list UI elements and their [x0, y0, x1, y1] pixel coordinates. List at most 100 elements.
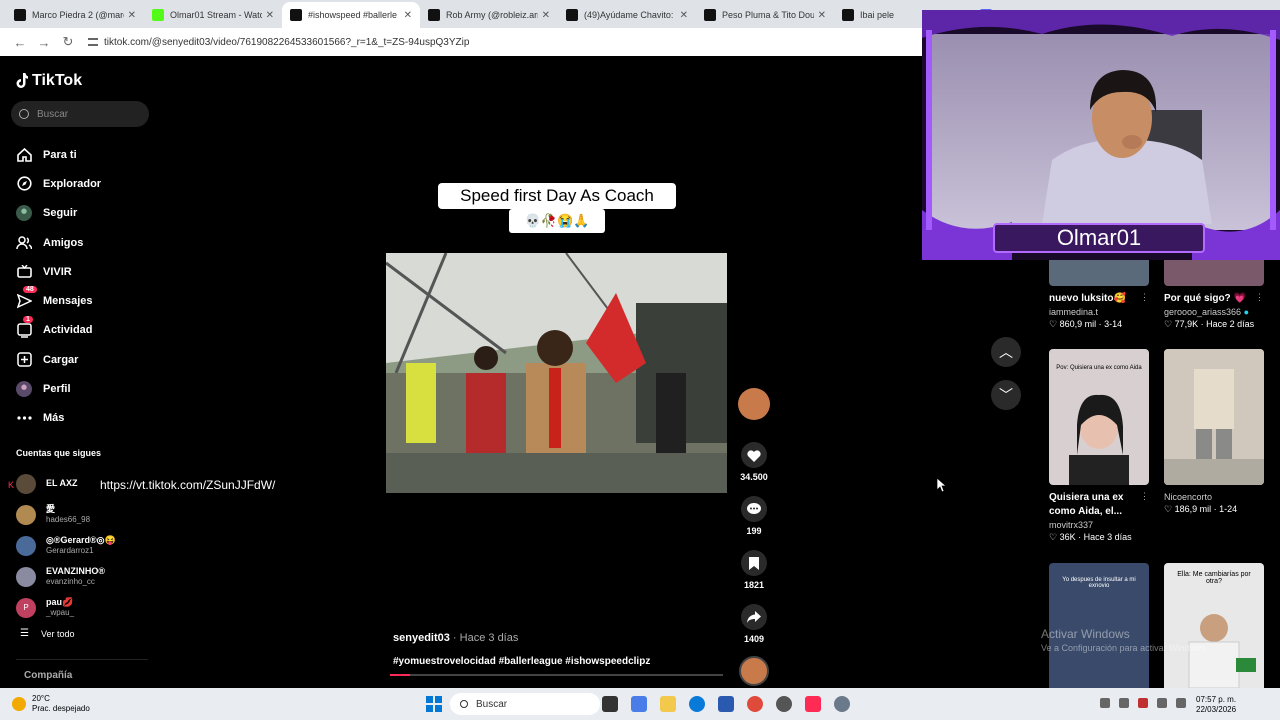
share-button[interactable]: 1409: [736, 604, 772, 644]
sidebar-item-explorador[interactable]: Explorador: [16, 169, 101, 198]
messages-icon: [16, 293, 32, 309]
microphone-icon[interactable]: [1157, 698, 1167, 708]
browser-tab[interactable]: Peso Pluma & Tito Doubl ✕: [696, 2, 834, 28]
browser-tab[interactable]: Rob Army (@robleiz.army ✕: [420, 2, 558, 28]
save-button[interactable]: 1821: [736, 550, 772, 590]
video-actions: 34.500 199 1821 1409: [736, 388, 772, 690]
close-tab-icon[interactable]: ✕: [404, 10, 412, 21]
copilot-icon[interactable]: [631, 696, 647, 712]
tray-app-icon[interactable]: [1119, 698, 1129, 708]
video-thumbnail[interactable]: Yo despues de insultar a mi exnovio: [1049, 563, 1149, 688]
see-all-link[interactable]: ☰ Ver todo: [20, 628, 75, 639]
video-thumbnail[interactable]: Ella: Me cambiarías por otra?: [1164, 563, 1264, 688]
weather-widget[interactable]: 20°C Prac. despejado: [12, 694, 90, 714]
tiktok-app-icon[interactable]: [805, 696, 821, 712]
company-link[interactable]: Compañía: [24, 670, 72, 681]
chrome-icon[interactable]: [747, 696, 763, 712]
grid-video-author[interactable]: iammedina.t: [1049, 306, 1149, 318]
sidebar-item-seguir[interactable]: Seguir: [16, 199, 101, 228]
grid-video-title: nuevo luksito🥰: [1049, 293, 1126, 304]
search-input[interactable]: Buscar: [11, 101, 149, 127]
close-tab-icon[interactable]: ✕: [818, 10, 826, 21]
file-explorer-icon[interactable]: [660, 696, 676, 712]
followed-account[interactable]: Ppau💋 _wpau_: [16, 592, 116, 623]
video-hashtags[interactable]: #yomuestrovelocidad #ballerleague #ishow…: [393, 656, 650, 667]
video-thumbnail[interactable]: [1164, 349, 1264, 485]
edge-icon[interactable]: [689, 696, 705, 712]
grid-item[interactable]: Nicoencorto ♡ 186,9 mil · 1-24: [1164, 349, 1264, 516]
grid-item[interactable]: Ella: Me cambiarías por otra?: [1164, 563, 1264, 688]
grid-item[interactable]: Por qué sigo? 💗 geroooo_ariass366 ● ♡ 77…: [1164, 250, 1264, 331]
author-avatar: [738, 388, 770, 420]
thumbnail-illustration: [1164, 349, 1264, 485]
comment-button[interactable]: 199: [736, 496, 772, 536]
grid-item[interactable]: Yo despues de insultar a mi exnovio: [1049, 563, 1149, 688]
sidebar-item-cargar[interactable]: Cargar: [16, 345, 101, 374]
video-progress-bar[interactable]: [390, 674, 723, 676]
browser-tab[interactable]: (49)Ayúdame Chavito: Un ✕: [558, 2, 696, 28]
reload-icon[interactable]: ↻: [56, 34, 80, 50]
grid-item[interactable]: nuevo luksito🥰 iammedina.t ♡ 860,9 mil ·…: [1049, 250, 1149, 331]
store-icon[interactable]: [718, 696, 734, 712]
task-view-icon[interactable]: [602, 696, 618, 712]
grid-item[interactable]: Pov: Quisiera una ex como Aida Quisiera …: [1049, 349, 1149, 544]
clock[interactable]: 07:57 p. m. 22/03/2026: [1196, 695, 1236, 715]
music-disc-button[interactable]: [736, 656, 772, 686]
sidebar-item-perfil[interactable]: Perfil: [16, 374, 101, 403]
chevron-down-icon: ﹀: [999, 387, 1013, 403]
tiktok-logo[interactable]: TikTok: [16, 72, 82, 90]
sidebar-item-mensajes[interactable]: 48 Mensajes: [16, 286, 101, 315]
tray-record-icon[interactable]: [1138, 698, 1148, 708]
grid-video-author[interactable]: geroooo_ariass366: [1164, 307, 1241, 317]
previous-video-button[interactable]: ︿: [991, 337, 1021, 367]
browser-tab[interactable]: Marco Piedra 2 (@marcop ✕: [6, 2, 144, 28]
grid-video-meta: ♡ 77,9K · Hace 2 días: [1164, 319, 1255, 329]
browser-tab[interactable]: Olmar01 Stream - Watch ✕: [144, 2, 282, 28]
more-options-icon[interactable]: ⋮: [1140, 292, 1149, 303]
url-field[interactable]: tiktok.com/@senyedit03/video/76190822645…: [88, 37, 469, 48]
close-tab-icon[interactable]: ✕: [266, 10, 274, 21]
grid-video-author[interactable]: movitrx337: [1049, 519, 1149, 531]
site-info-icon[interactable]: [88, 38, 98, 46]
sidebar-item-más[interactable]: Más: [16, 404, 101, 433]
tray-arrow-icon[interactable]: [1100, 698, 1110, 708]
close-tab-icon[interactable]: ✕: [542, 10, 550, 21]
close-tab-icon[interactable]: ✕: [680, 10, 688, 21]
avatar: [16, 473, 36, 494]
followed-account[interactable]: ◎®Gerard®◎😝 Gerardarroz1: [16, 530, 116, 561]
sidebar-item-amigos[interactable]: Amigos: [16, 228, 101, 257]
tab-favicon-icon: [14, 9, 26, 21]
next-video-button[interactable]: ﹀: [991, 380, 1021, 410]
video-author[interactable]: senyedit03: [393, 632, 450, 644]
author-avatar-button[interactable]: [736, 388, 772, 432]
more-options-icon[interactable]: ⋮: [1140, 491, 1149, 502]
network-icon[interactable]: [1176, 698, 1186, 708]
weather-text: 20°C Prac. despejado: [32, 694, 90, 714]
sidebar-item-label: Cargar: [43, 353, 79, 366]
sidebar-item-vivir[interactable]: VIVIR: [16, 257, 101, 286]
sidebar-item-parati[interactable]: Para ti: [16, 140, 101, 169]
close-tab-icon[interactable]: ✕: [128, 10, 136, 21]
browser-tab[interactable]: #ishowspeed #ballerle ✕: [282, 2, 420, 28]
back-icon[interactable]: ←: [8, 35, 32, 50]
video-thumbnail[interactable]: Pov: Quisiera una ex como Aida: [1049, 349, 1149, 485]
system-tray: [1100, 698, 1195, 708]
followed-account[interactable]: EVANZINHO® evanzinho_cc: [16, 561, 116, 592]
more-options-icon[interactable]: ⋮: [1255, 292, 1264, 303]
sidebar-item-actividad[interactable]: 1 Actividad: [16, 315, 101, 345]
like-button[interactable]: 34.500: [736, 442, 772, 482]
settings-icon[interactable]: [834, 696, 850, 712]
app-icon[interactable]: [776, 696, 792, 712]
profile-avatar-icon: [16, 381, 32, 398]
taskbar-search[interactable]: Buscar: [450, 693, 600, 715]
video-caption-title: Speed first Day As Coach: [438, 183, 676, 209]
grid-video-meta: ♡ 186,9 mil · 1-24: [1164, 504, 1238, 514]
video-player[interactable]: [386, 253, 727, 493]
followed-account[interactable]: 愛 hades66_98: [16, 499, 116, 530]
forward-icon[interactable]: →: [32, 35, 56, 50]
grid-video-date: 1-24: [1219, 504, 1238, 514]
grid-video-author[interactable]: Nicoencorto: [1164, 491, 1264, 503]
windows-start-icon[interactable]: [426, 696, 442, 712]
avatar: [16, 566, 36, 587]
activity-icon: [16, 322, 32, 338]
